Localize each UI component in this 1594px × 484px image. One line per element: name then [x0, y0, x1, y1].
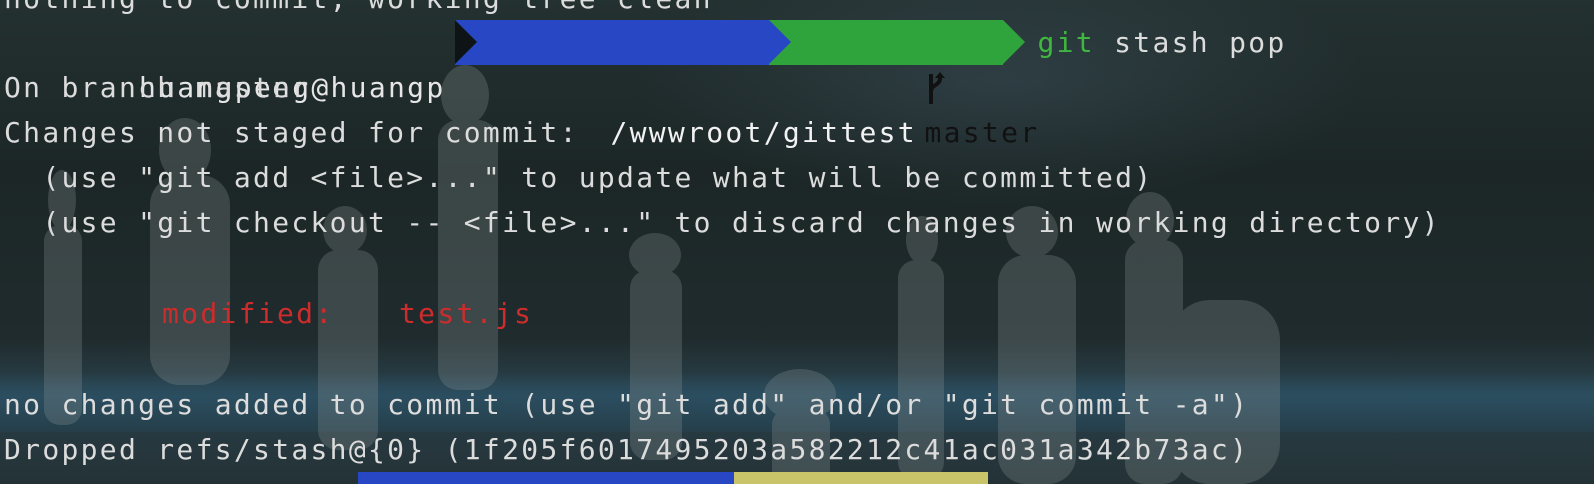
segment-separator-arrow	[455, 20, 478, 64]
next-prompt-branch-segment	[734, 472, 988, 484]
output-line: (use "git add <file>..." to update what …	[4, 161, 1154, 194]
prompt-branch-segment: master	[769, 20, 1037, 149]
modified-label: modified:	[162, 297, 335, 330]
prompt-path-segment: /wwwroot/gittest	[455, 20, 915, 149]
prompt-branch: master	[924, 116, 1040, 149]
terminal-window[interactable]: nothing to commit, working tree clean hu…	[0, 0, 1594, 484]
command-input[interactable]: git stash pop	[1003, 20, 1286, 65]
command-keyword: git	[1037, 26, 1095, 59]
segment-separator-arrow	[1003, 20, 1026, 64]
next-prompt-path-segment	[358, 472, 734, 484]
output-line: Dropped refs/stash@{0} (1f205f6017495203…	[4, 433, 1250, 466]
prompt-user-segment: huangpeng@huangp	[0, 20, 455, 104]
output-line: no changes added to commit (use "git add…	[4, 388, 1250, 421]
previous-output-line: nothing to commit, working tree clean	[4, 0, 713, 21]
git-branch-icon	[929, 72, 946, 104]
next-prompt-partial	[358, 472, 988, 484]
output-line: Changes not staged for commit:	[4, 116, 579, 149]
segment-separator-arrow	[769, 20, 792, 64]
output-line: On branch master	[4, 71, 311, 104]
command-args: stash pop	[1094, 26, 1287, 59]
shell-prompt: huangpeng@huangp /wwwroot/gittest master…	[0, 20, 1287, 149]
modified-file: test.js	[399, 297, 534, 330]
output-line: (use "git checkout -- <file>..." to disc…	[4, 206, 1441, 239]
